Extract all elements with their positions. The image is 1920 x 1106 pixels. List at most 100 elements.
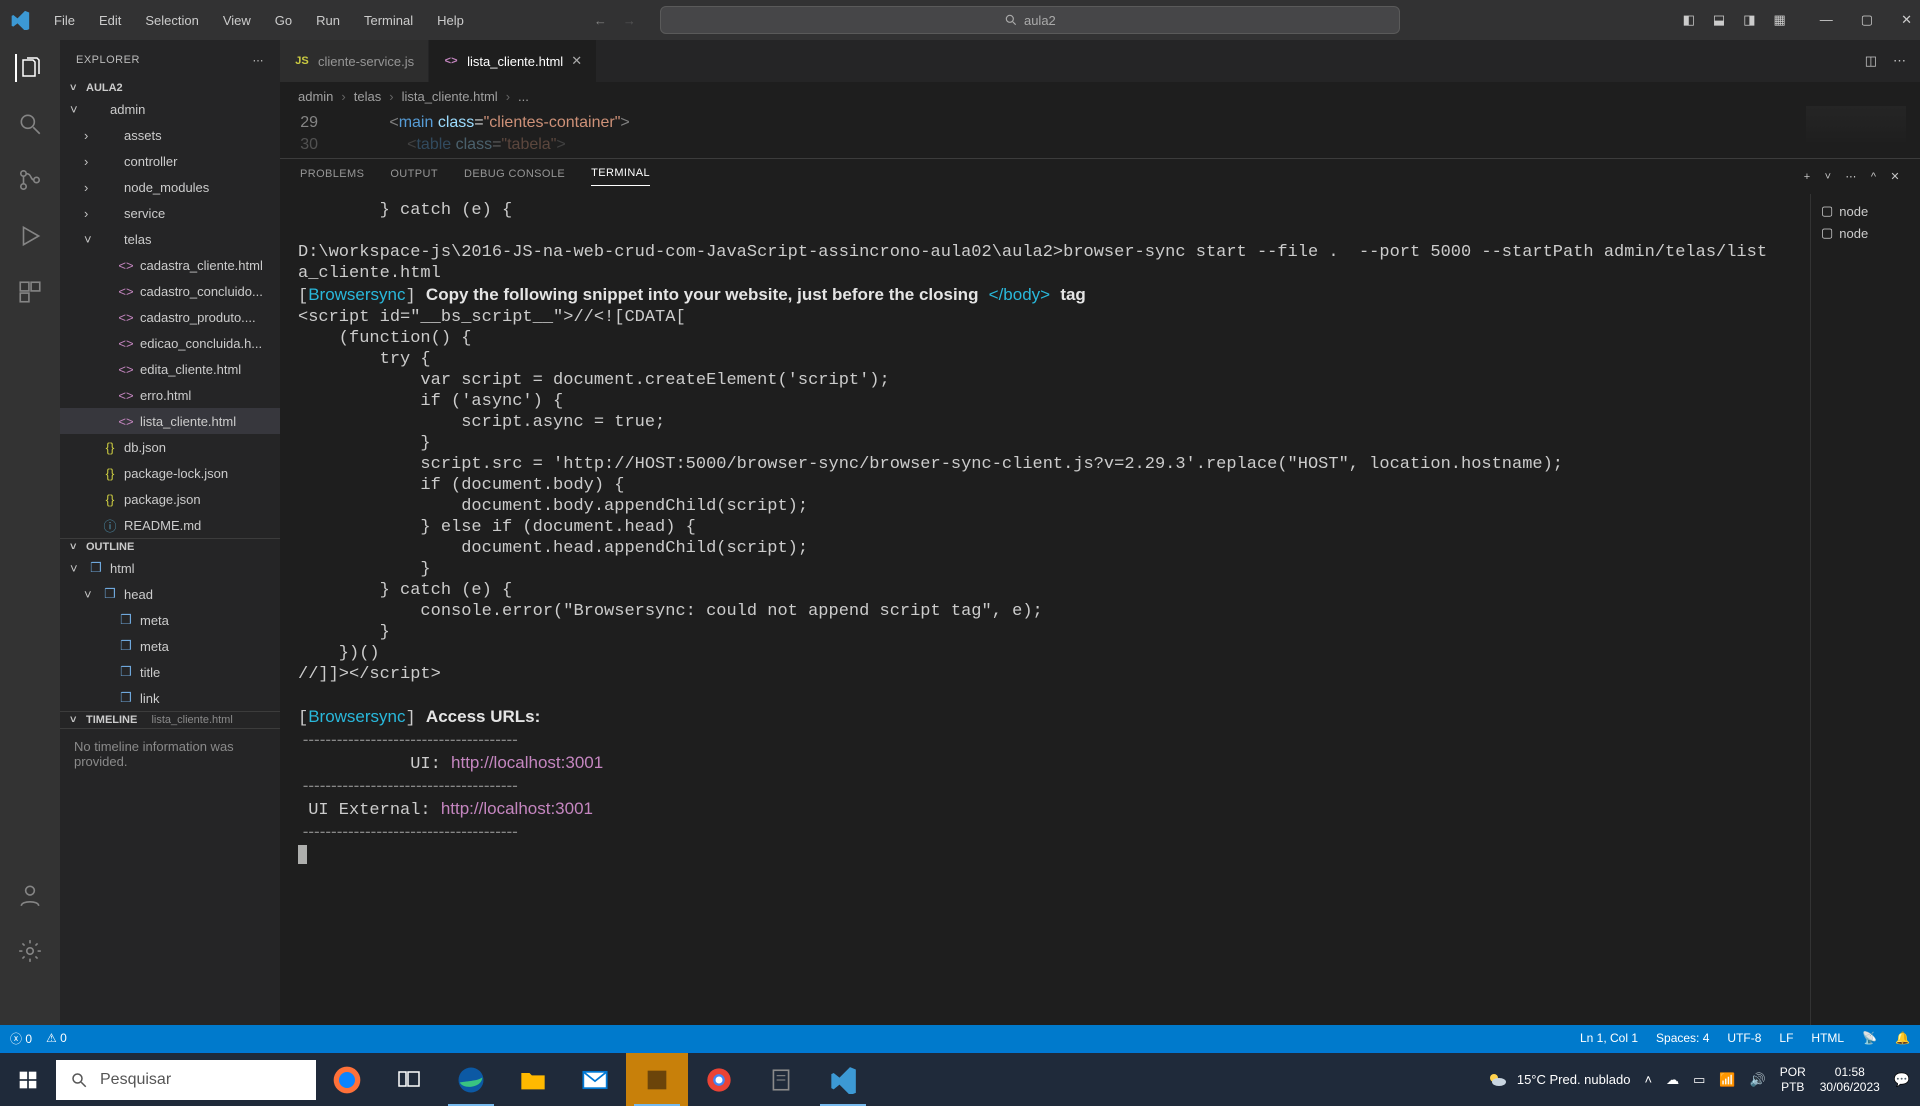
tree-item[interactable]: ›node_modules	[60, 174, 280, 200]
terminal-instance[interactable]: ▢ node	[1817, 200, 1914, 222]
tree-item[interactable]: <>cadastra_cliente.html	[60, 252, 280, 278]
menu-view[interactable]: View	[213, 9, 261, 32]
tree-item[interactable]: ˅telas	[60, 226, 280, 252]
nav-back-icon[interactable]: ←	[594, 13, 607, 28]
scm-icon[interactable]	[16, 166, 44, 194]
status-language[interactable]: HTML	[1811, 1031, 1844, 1045]
timeline-empty-msg: No timeline information was provided.	[60, 728, 280, 779]
outline-item[interactable]: ❒meta	[60, 607, 280, 633]
status-spaces[interactable]: Spaces: 4	[1656, 1031, 1709, 1045]
explorer-more-icon[interactable]: ⋯	[253, 54, 265, 67]
panel-maximize-icon[interactable]: ^	[1871, 171, 1877, 183]
outline-item[interactable]: ˅❒html	[60, 555, 280, 581]
outline-item[interactable]: ❒title	[60, 659, 280, 685]
editor-group: JScliente-service.js<>lista_cliente.html…	[280, 40, 1920, 1025]
file-tree: ˅admin›assets›controller›node_modules›se…	[60, 96, 280, 538]
panel-more-icon[interactable]: ⋯	[1845, 170, 1856, 183]
timeline-header[interactable]: ˅TIMELINE lista_cliente.html	[60, 712, 280, 728]
nav-arrows: ← →	[594, 13, 636, 28]
editor-tab[interactable]: <>lista_cliente.html✕	[429, 40, 597, 82]
breadcrumb-item[interactable]: admin	[298, 89, 333, 104]
command-center-search[interactable]: aula2	[660, 6, 1400, 34]
panel-tab-terminal[interactable]: TERMINAL	[591, 167, 650, 186]
outline-item[interactable]: ❒meta	[60, 633, 280, 659]
minimap[interactable]	[1806, 106, 1906, 146]
tree-item[interactable]: <>erro.html	[60, 382, 280, 408]
tree-item[interactable]: ›service	[60, 200, 280, 226]
debug-icon[interactable]	[16, 222, 44, 250]
terminal-output[interactable]: } catch (e) { D:\workspace-js\2016-JS-na…	[280, 194, 1810, 1025]
menu-bar: FileEditSelectionViewGoRunTerminalHelp	[44, 9, 474, 32]
split-editor-icon[interactable]: ◫	[1865, 53, 1877, 69]
explorer-icon[interactable]	[15, 54, 43, 82]
outline-header[interactable]: ˅OUTLINE	[60, 539, 280, 555]
maximize-icon[interactable]: ▢	[1861, 12, 1873, 28]
status-feedback-icon[interactable]: 📡	[1862, 1031, 1877, 1045]
terminal-instance[interactable]: ▢ node	[1817, 222, 1914, 244]
project-root[interactable]: ˅AULA2	[60, 80, 280, 96]
tree-item[interactable]: <>cadastro_concluido...	[60, 278, 280, 304]
tree-item[interactable]: <>cadastro_produto....	[60, 304, 280, 330]
status-bar: ⓧ 0 ⚠ 0 Ln 1, Col 1 Spaces: 4 UTF-8 LF H…	[0, 1025, 1920, 1051]
account-icon[interactable]	[16, 881, 44, 909]
search-text: aula2	[1024, 13, 1056, 28]
windows-taskbar: Pesquisar 15°C Pred. nublado ˄ ☁ ▭ 📶 🔊 P…	[0, 1051, 1920, 1106]
tree-item[interactable]: ›assets	[60, 122, 280, 148]
breadcrumb-item[interactable]: ...	[518, 89, 529, 104]
new-terminal-icon[interactable]: +	[1804, 171, 1811, 183]
close-icon[interactable]: ✕	[1901, 12, 1912, 28]
menu-selection[interactable]: Selection	[135, 9, 208, 32]
status-cursor-pos[interactable]: Ln 1, Col 1	[1580, 1031, 1638, 1045]
title-bar: FileEditSelectionViewGoRunTerminalHelp ←…	[0, 0, 1920, 40]
search-icon	[1004, 13, 1018, 27]
extensions-icon[interactable]	[16, 278, 44, 306]
breadcrumb[interactable]: admin›telas›lista_cliente.html›...	[280, 82, 1920, 110]
layout-left-icon[interactable]: ◧	[1683, 12, 1695, 28]
search-activity-icon[interactable]	[16, 110, 44, 138]
tree-item[interactable]: ⓘREADME.md	[60, 512, 280, 538]
status-warnings[interactable]: ⚠ 0	[46, 1031, 67, 1045]
tree-item[interactable]: <>edicao_concluida.h...	[60, 330, 280, 356]
outline-item[interactable]: ❒link	[60, 685, 280, 711]
status-bell-icon[interactable]: 🔔	[1895, 1031, 1910, 1045]
tree-item[interactable]: {}package-lock.json	[60, 460, 280, 486]
nav-forward-icon[interactable]: →	[623, 13, 636, 28]
status-errors[interactable]: ⓧ 0	[10, 1030, 32, 1047]
vscode-logo-icon	[8, 8, 32, 32]
bottom-panel: PROBLEMSOUTPUTDEBUG CONSOLETERMINAL + ˅ …	[280, 158, 1920, 1025]
minimize-icon[interactable]: —	[1820, 12, 1833, 28]
panel-tab-output[interactable]: OUTPUT	[390, 168, 438, 186]
outline-tree: ˅❒html˅❒head❒meta❒meta❒title❒link	[60, 555, 280, 711]
tree-item[interactable]: ˅admin	[60, 96, 280, 122]
tree-item[interactable]: {}db.json	[60, 434, 280, 460]
layout-grid-icon[interactable]: ▦	[1774, 12, 1786, 28]
menu-terminal[interactable]: Terminal	[354, 9, 423, 32]
explorer-sidebar: EXPLORER ⋯ ˅AULA2 ˅admin›assets›controll…	[60, 40, 280, 1025]
settings-gear-icon[interactable]	[16, 937, 44, 965]
tree-item[interactable]: ›controller	[60, 148, 280, 174]
layout-right-icon[interactable]: ◨	[1743, 12, 1755, 28]
menu-file[interactable]: File	[44, 9, 85, 32]
code-editor[interactable]: 2930 <main class="clientes-container"> <…	[280, 110, 1920, 158]
menu-help[interactable]: Help	[427, 9, 474, 32]
panel-tab-bar: PROBLEMSOUTPUTDEBUG CONSOLETERMINAL + ˅ …	[280, 159, 1920, 194]
breadcrumb-item[interactable]: lista_cliente.html	[402, 89, 498, 104]
panel-tab-problems[interactable]: PROBLEMS	[300, 168, 364, 186]
status-encoding[interactable]: UTF-8	[1727, 1031, 1761, 1045]
menu-edit[interactable]: Edit	[89, 9, 131, 32]
breadcrumb-item[interactable]: telas	[354, 89, 381, 104]
panel-tab-debug-console[interactable]: DEBUG CONSOLE	[464, 168, 565, 186]
tab-close-icon[interactable]: ✕	[571, 53, 582, 69]
tree-item[interactable]: {}package.json	[60, 486, 280, 512]
menu-run[interactable]: Run	[306, 9, 350, 32]
tree-item[interactable]: <>lista_cliente.html	[60, 408, 280, 434]
panel-close-icon[interactable]: ✕	[1890, 170, 1900, 183]
editor-more-icon[interactable]: ⋯	[1893, 53, 1906, 69]
tree-item[interactable]: <>edita_cliente.html	[60, 356, 280, 382]
layout-bottom-icon[interactable]: ⬓	[1713, 12, 1725, 28]
terminal-split-chevron-icon[interactable]: ˅	[1825, 171, 1832, 183]
editor-tab[interactable]: JScliente-service.js	[280, 40, 429, 82]
menu-go[interactable]: Go	[265, 9, 302, 32]
status-eol[interactable]: LF	[1779, 1031, 1793, 1045]
outline-item[interactable]: ˅❒head	[60, 581, 280, 607]
